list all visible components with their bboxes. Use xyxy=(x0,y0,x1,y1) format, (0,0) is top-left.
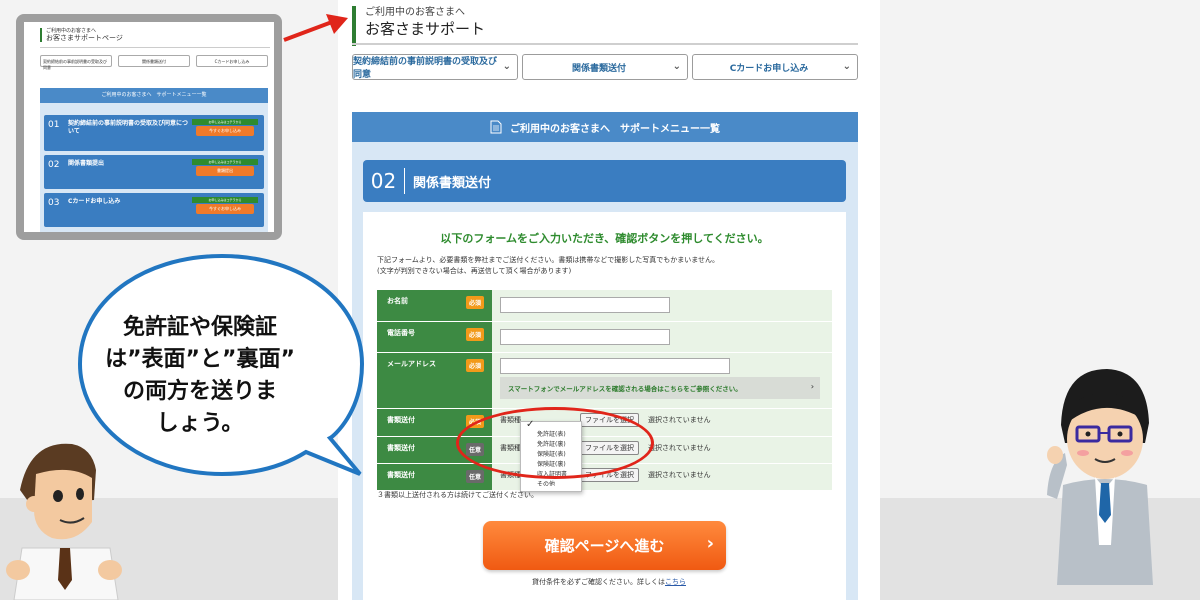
section-title: 関係書類送付 xyxy=(413,175,492,191)
required-badge: 必須 xyxy=(466,296,485,309)
form-description: 下記フォームより、必要書類を弊社までご送付ください。書類は携帯などで撮影した写真… xyxy=(377,255,837,277)
chevron-right-icon: › xyxy=(706,533,714,554)
chevron-down-icon: ⌄ xyxy=(672,61,681,72)
chevron-right-icon: › xyxy=(810,382,814,391)
doc-label: 書類送付 xyxy=(387,416,415,424)
smartphone-email-link[interactable]: スマートフォンでメールアドレスを確認される場合はこちらをご参照ください。 › xyxy=(500,377,820,399)
red-arrow-icon xyxy=(283,14,348,42)
thumb-item-title: Cカードお申し込み xyxy=(68,198,121,205)
email-input[interactable] xyxy=(500,358,730,374)
field-label: メールアドレス 必須 xyxy=(377,353,492,408)
desc-line-1: 下記フォームより、必要書類を弊社までご送付ください。書類は携帯などで撮影した写真… xyxy=(377,256,720,264)
thumb-header: ご利用中のお客さまへ お客さまサポートページ xyxy=(40,28,123,42)
chevron-down-icon: ⌄ xyxy=(502,61,511,72)
dropdown-label: 契約締結前の事前説明書の受取及び同意 xyxy=(353,57,498,80)
phone-input[interactable] xyxy=(500,329,670,345)
field-label: 電話番号 必須 xyxy=(377,322,492,352)
dropdown-ccard[interactable]: Cカードお申し込み ⌄ xyxy=(692,54,858,80)
thumb-item-green: お申し込みはコチラから xyxy=(192,119,258,125)
no-file-text: 選択されていません xyxy=(648,471,711,479)
doc-label: 書類送付 xyxy=(387,444,415,452)
page-header: ご利用中のお客さまへ お客さまサポート xyxy=(352,6,858,46)
thumb-item-button: 今すぐお申し込み xyxy=(196,204,254,214)
document-icon xyxy=(490,120,502,134)
email-label: メールアドレス xyxy=(387,360,436,368)
thumb-item-num: 01 xyxy=(48,120,60,130)
thumb-dropdown: Cカードお申し込み xyxy=(196,55,268,67)
name-input[interactable] xyxy=(500,297,670,313)
bubble-text: 免許証や保険証 は”表面”と”裏面” の両方を送りま しょう。 xyxy=(80,312,320,440)
man-character-illustration xyxy=(6,443,122,600)
dropdown-label: Cカードお申し込み xyxy=(729,63,809,74)
thumb-title: お客さまサポートページ xyxy=(46,34,123,42)
thumb-item-num: 02 xyxy=(48,160,60,170)
desc-line-2: (文字が判別できない場合は、再送信して頂く場合があります) xyxy=(377,267,572,275)
thumb-item-green: お申し込みはコチラから xyxy=(192,197,258,203)
thumb-item-num: 03 xyxy=(48,198,60,208)
thumb-item-green: お申し込みはコチラから xyxy=(192,159,258,165)
field-value-area: スマートフォンでメールアドレスを確認される場合はこちらをご参照ください。 › xyxy=(492,353,832,408)
form-row-phone: 電話番号 必須 xyxy=(377,322,832,352)
highlight-circle xyxy=(456,407,654,479)
thumbnail-screenshot: ご利用中のお客さまへ お客さまサポートページ 契約締結前の事前説明書の受取及び同… xyxy=(16,14,282,240)
field-value-area xyxy=(492,322,832,352)
option-item[interactable]: その他 xyxy=(537,480,581,486)
man-with-glasses-illustration xyxy=(1047,369,1153,585)
confirm-button-label: 確認ページへ進む xyxy=(544,537,665,555)
thumb-item-title: 関係書類提出 xyxy=(68,160,105,167)
section-number: 02 xyxy=(363,168,405,194)
thumb-item: 03 Cカードお申し込み お申し込みはコチラから 今すぐお申し込み xyxy=(44,193,264,227)
support-menu-band: ご利用中のお客さまへ サポートメニュー一覧 xyxy=(352,112,858,142)
form-row-email: メールアドレス 必須 スマートフォンでメールアドレスを確認される場合はこちらをご参… xyxy=(377,353,832,408)
header-divider xyxy=(352,43,858,45)
form-row-name: お名前 必須 xyxy=(377,290,832,321)
thumb-dropdown: 関係書類送付 xyxy=(118,55,190,67)
field-value-area xyxy=(492,290,832,321)
no-file-text: 選択されていません xyxy=(648,416,711,424)
required-badge: 必須 xyxy=(466,359,485,372)
phone-label: 電話番号 xyxy=(387,329,415,337)
dropdown-documents[interactable]: 関係書類送付 ⌄ xyxy=(522,54,688,80)
terms-link[interactable]: こちら xyxy=(665,578,686,586)
confirm-button[interactable]: 確認ページへ進む › xyxy=(483,521,726,570)
thumb-item: 01 契約締結前の事前説明書の受取及び同意について お申し込みはコチラから 今す… xyxy=(44,115,264,151)
terms-text: 貸付条件を必ずご確認ください。詳しくはこちら xyxy=(338,577,880,587)
bubble-line: は”表面”と”裏面” xyxy=(105,347,295,372)
bubble-line: の両方を送りま xyxy=(122,379,277,404)
form-note: ３書類以上送付される方は続けてご送付ください。 xyxy=(377,491,538,499)
chevron-down-icon: ⌄ xyxy=(842,61,851,72)
dropdown-agreement[interactable]: 契約締結前の事前説明書の受取及び同意 ⌄ xyxy=(352,54,518,80)
field-label: 書類送付 任意 xyxy=(377,464,492,490)
thumb-band: ご利用中のお客さまへ サポートメニュー一覧 xyxy=(40,88,268,103)
menu-band-title: ご利用中のお客さまへ サポートメニュー一覧 xyxy=(510,123,720,135)
thumb-item-button: 書類提出 xyxy=(196,166,254,176)
doc-label: 書類送付 xyxy=(387,471,415,479)
thumb-item-title: 契約締結前の事前説明書の受取及び同意について xyxy=(68,120,189,135)
thumb-divider xyxy=(40,47,270,48)
form-lead: 以下のフォームをご入力いただき、確認ボタンを押してください。 xyxy=(440,232,769,245)
sp-link-text: スマートフォンでメールアドレスを確認される場合はこちらをご参照ください。 xyxy=(508,385,742,393)
required-badge: 必須 xyxy=(466,328,485,341)
thumb-dropdown: 契約締結前の事前説明書の受取及び同意 xyxy=(40,55,112,70)
bubble-line: 免許証や保険証 xyxy=(122,315,277,340)
no-file-text: 選択されていません xyxy=(648,444,711,452)
dropdown-label: 関係書類送付 xyxy=(571,63,626,74)
section-header: 02 関係書類送付 xyxy=(363,160,846,202)
optional-badge: 任意 xyxy=(466,470,485,483)
thumb-item: 02 関係書類提出 お申し込みはコチラから 書類提出 xyxy=(44,155,264,189)
page-title: お客さまサポート xyxy=(365,20,486,38)
field-label: お名前 必須 xyxy=(377,290,492,321)
name-label: お名前 xyxy=(387,297,408,305)
thumb-item-button: 今すぐお申し込み xyxy=(196,126,254,136)
terms-prefix: 貸付条件を必ずご確認ください。詳しくは xyxy=(532,578,665,586)
header-small: ご利用中のお客さまへ xyxy=(365,7,465,18)
